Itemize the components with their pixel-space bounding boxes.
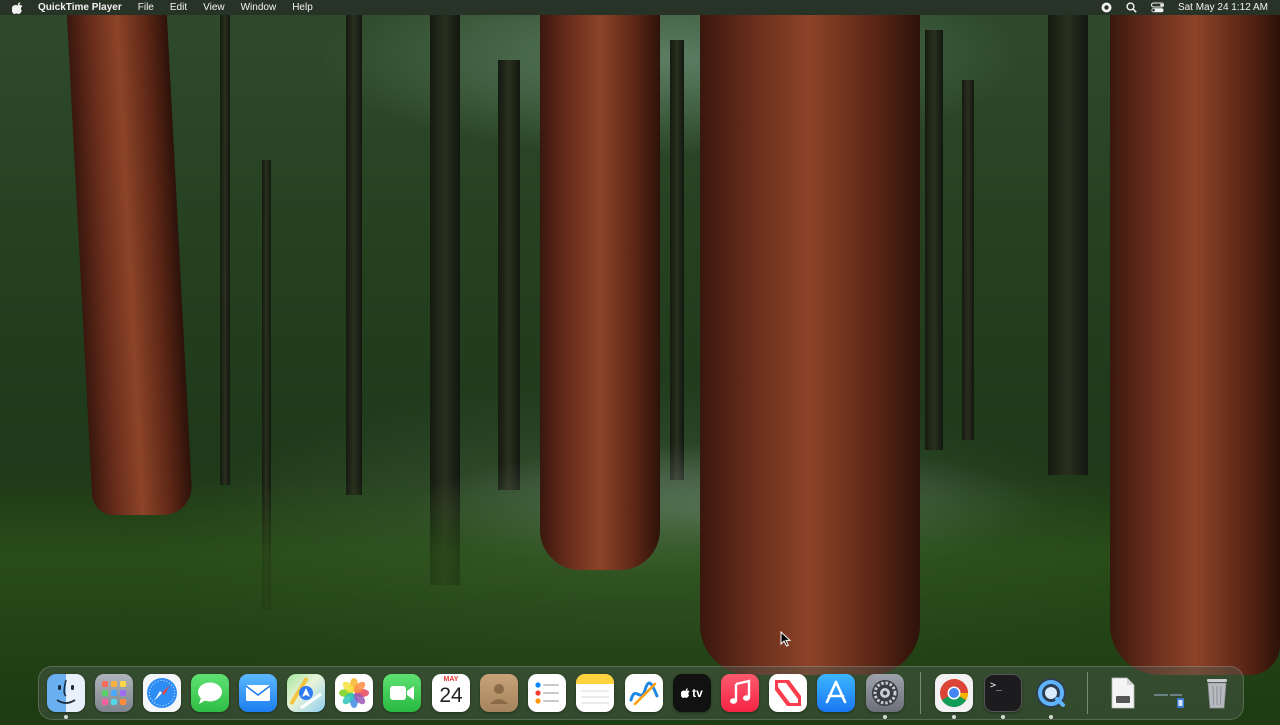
dock-finder[interactable] xyxy=(47,674,85,712)
control-center-icon[interactable] xyxy=(1150,2,1164,13)
dock-notes[interactable] xyxy=(576,674,614,712)
notes-icon xyxy=(576,674,614,704)
running-indicator xyxy=(883,715,887,719)
dock-calendar[interactable]: MAY 24 xyxy=(432,674,470,712)
messages-icon xyxy=(198,682,222,704)
running-indicator xyxy=(952,715,956,719)
dock-terminal[interactable]: >_ xyxy=(984,674,1022,712)
downloads-stack-icon xyxy=(1154,694,1184,708)
finder-icon xyxy=(56,679,76,704)
menu-help[interactable]: Help xyxy=(292,0,313,15)
dock-music[interactable] xyxy=(721,674,759,712)
menu-edit[interactable]: Edit xyxy=(170,0,187,15)
wallpaper-tree xyxy=(220,15,230,485)
apple-menu-icon[interactable] xyxy=(12,0,24,15)
apple-tv-label: tv xyxy=(692,686,703,700)
freeform-icon xyxy=(629,681,659,706)
running-indicator xyxy=(1049,715,1053,719)
system-settings-icon xyxy=(872,680,898,706)
dock-safari[interactable] xyxy=(143,674,181,712)
wallpaper-tree xyxy=(925,30,943,450)
dock-quicktime[interactable] xyxy=(1032,674,1070,712)
dock-separator xyxy=(1087,672,1088,714)
mouse-cursor-icon xyxy=(780,631,792,647)
reminders-icon xyxy=(535,682,559,704)
menu-window[interactable]: Window xyxy=(241,0,277,15)
dock-document[interactable] xyxy=(1103,674,1141,712)
dock-freeform[interactable] xyxy=(625,674,663,712)
calendar-icon: MAY 24 xyxy=(432,674,470,712)
dock-news[interactable] xyxy=(769,674,807,712)
dock-maps[interactable] xyxy=(287,674,325,712)
trash-icon xyxy=(1207,679,1227,709)
apple-tv-icon: tv xyxy=(681,686,703,700)
dock-app-store[interactable] xyxy=(817,674,855,712)
calendar-month: MAY xyxy=(443,676,459,683)
desktop-wallpaper xyxy=(0,0,1280,725)
dock-mail[interactable] xyxy=(239,674,277,712)
dock-reminders[interactable] xyxy=(528,674,566,712)
menu-file[interactable]: File xyxy=(138,0,154,15)
mail-icon xyxy=(245,685,271,701)
photos-icon xyxy=(339,678,369,708)
dock-launchpad[interactable] xyxy=(95,674,133,712)
dock-separator xyxy=(920,672,921,714)
safari-icon xyxy=(147,678,177,708)
dock-contacts[interactable] xyxy=(480,674,518,712)
document-icon xyxy=(1111,677,1135,709)
wallpaper-redwood xyxy=(1110,15,1280,675)
menu-view[interactable]: View xyxy=(203,0,225,15)
screen-record-icon[interactable] xyxy=(1101,2,1112,13)
dock-chrome[interactable] xyxy=(935,674,973,712)
wallpaper-redwood xyxy=(66,15,194,515)
search-icon[interactable] xyxy=(1126,2,1137,13)
dock-messages[interactable] xyxy=(191,674,229,712)
dock-facetime[interactable] xyxy=(383,674,421,712)
dock-system-settings[interactable] xyxy=(866,674,904,712)
terminal-icon: >_ xyxy=(990,680,1003,691)
menu-bar: QuickTime Player File Edit View Window H… xyxy=(0,0,1280,15)
music-icon xyxy=(730,679,751,704)
facetime-icon xyxy=(390,686,414,700)
running-indicator xyxy=(1001,715,1005,719)
contacts-icon xyxy=(490,684,508,704)
app-store-icon xyxy=(825,680,847,704)
menu-app-name[interactable]: QuickTime Player xyxy=(38,0,122,15)
wallpaper-redwood xyxy=(700,15,920,675)
launchpad-icon xyxy=(102,681,126,705)
dock-apple-tv[interactable]: tv xyxy=(673,674,711,712)
maps-icon xyxy=(289,676,322,710)
wallpaper-redwood xyxy=(540,15,660,570)
dock-photos[interactable] xyxy=(335,674,373,712)
dock-downloads[interactable] xyxy=(1150,674,1188,712)
wallpaper-tree xyxy=(962,80,974,440)
news-icon xyxy=(775,680,801,706)
menubar-clock[interactable]: Sat May 24 1:12 AM xyxy=(1178,0,1268,15)
quicktime-icon xyxy=(1036,678,1066,708)
running-indicator xyxy=(64,715,68,719)
calendar-day: 24 xyxy=(439,684,463,707)
chrome-icon xyxy=(940,679,968,707)
dock-trash[interactable] xyxy=(1198,674,1236,712)
